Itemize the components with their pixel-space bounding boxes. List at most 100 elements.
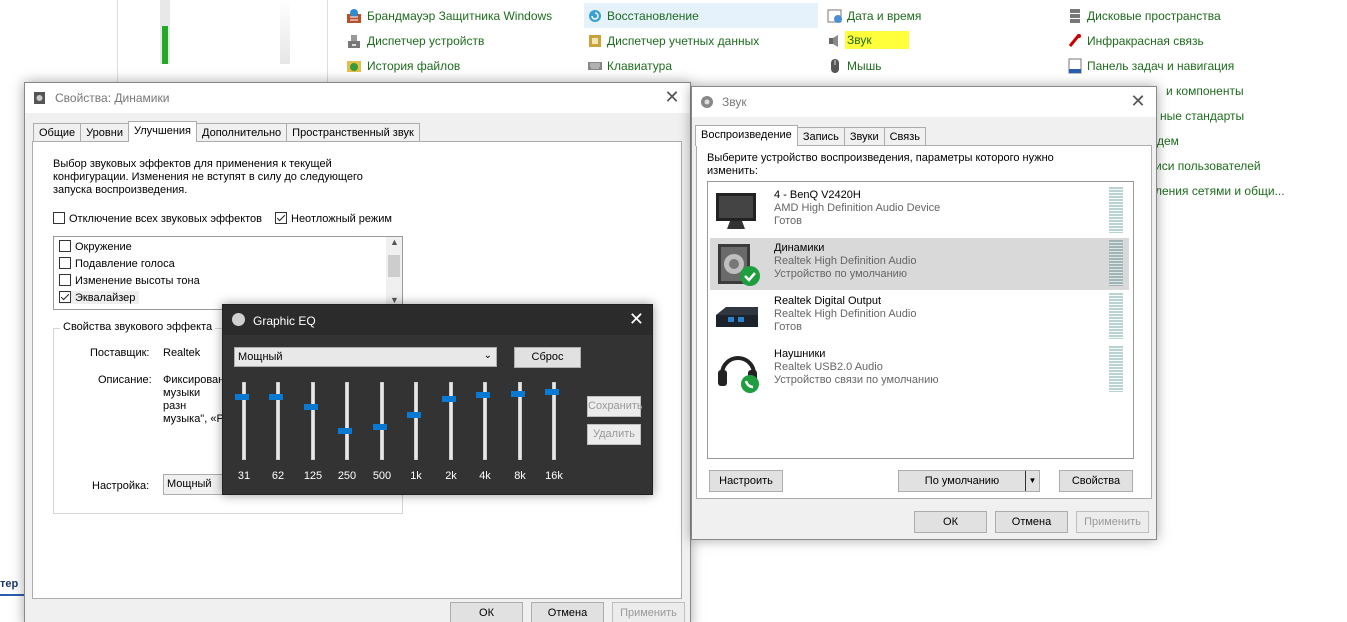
device-item-selected[interactable]: Динамики Realtek High Definition Audio У… xyxy=(710,238,1129,290)
device-driver: AMD High Definition Audio Device xyxy=(774,202,941,214)
cancel-button[interactable]: Отмена xyxy=(531,602,604,622)
effect-checkbox[interactable] xyxy=(59,274,71,286)
tab-playback[interactable]: Воспроизведение xyxy=(695,125,798,146)
effect-checkbox[interactable] xyxy=(59,240,71,252)
close-button[interactable]: ✕ xyxy=(1128,91,1148,112)
taskbar-icon xyxy=(1067,58,1083,74)
link-taskbar[interactable]: Панель задач и навигация xyxy=(1087,59,1234,73)
effect-item[interactable]: Подавление голоса xyxy=(59,257,175,270)
effects-list: Окружение Подавление голоса Изменение вы… xyxy=(53,236,403,310)
effect-checkbox[interactable] xyxy=(59,257,71,269)
left-edge-text: тер xyxy=(0,578,19,590)
level-meter xyxy=(1109,346,1123,392)
link-date-time[interactable]: Дата и время xyxy=(847,9,921,23)
tab-communications[interactable]: Связь xyxy=(883,127,927,146)
graphic-eq-window: Graphic EQ ✕ Мощный ⌄ Сброс Сохранить Уд… xyxy=(222,304,653,495)
slider-thumb[interactable] xyxy=(545,389,559,396)
link-sound[interactable]: Звук xyxy=(845,31,909,49)
checkbox-box[interactable] xyxy=(275,212,287,224)
firewall-icon xyxy=(346,8,362,24)
link-storage-spaces[interactable]: Дисковые пространства xyxy=(1087,9,1221,23)
device-name: Динамики xyxy=(774,242,825,254)
tab-sounds[interactable]: Звуки xyxy=(843,127,885,146)
scroll-thumb[interactable] xyxy=(388,255,400,277)
provider-label: Поставщик: xyxy=(90,347,150,359)
slider-thumb[interactable] xyxy=(304,403,318,410)
link-phone-modem[interactable]: дем xyxy=(1157,134,1179,148)
sound-tabs: Воспроизведение Запись Звуки Связь xyxy=(695,125,927,146)
tab-enhancements[interactable]: Улучшения xyxy=(127,121,197,142)
device-item[interactable]: 4 - BenQ V2420H AMD High Definition Audi… xyxy=(710,185,1129,237)
link-firewall[interactable]: Брандмауэр Защитника Windows xyxy=(367,9,552,23)
title-bar: Звук ✕ xyxy=(692,87,1156,117)
intro-text: Выбор звуковых эффектов для применения к… xyxy=(53,158,363,196)
device-name: Наушники xyxy=(774,348,826,360)
link-programs-features[interactable]: и компоненты xyxy=(1166,84,1244,98)
effect-item[interactable]: Окружение xyxy=(59,240,132,253)
band-label: 2k xyxy=(445,470,457,482)
link-infrared[interactable]: Инфракрасная связь xyxy=(1087,34,1204,48)
effect-item[interactable]: Изменение высоты тона xyxy=(59,274,200,287)
slider-track xyxy=(311,382,315,460)
list-scrollbar[interactable]: ▲ ▼ xyxy=(386,237,402,309)
volume-meter xyxy=(160,0,170,64)
tab-recording[interactable]: Запись xyxy=(796,127,845,146)
link-device-manager[interactable]: Диспетчер устройств xyxy=(367,34,484,48)
eq-title: Graphic EQ xyxy=(253,314,316,328)
device-status: Готов xyxy=(774,215,802,227)
band-label: 62 xyxy=(271,470,285,482)
immediate-mode-checkbox[interactable]: Неотложный режим xyxy=(275,212,392,225)
slider-thumb[interactable] xyxy=(442,396,456,403)
slider-thumb[interactable] xyxy=(476,392,490,399)
link-recovery[interactable]: Восстановление xyxy=(607,9,699,23)
link-network-center[interactable]: ления сетями и общи... xyxy=(1155,184,1285,198)
tab-levels[interactable]: Уровни xyxy=(80,123,129,142)
eq-preset-value: Мощный xyxy=(238,351,283,363)
eq-delete-button[interactable]: Удалить xyxy=(587,424,641,445)
eq-preset-dropdown[interactable]: Мощный ⌄ xyxy=(234,347,497,367)
ok-button[interactable]: ОК xyxy=(914,511,987,533)
tab-general[interactable]: Общие xyxy=(33,123,82,142)
slider-thumb[interactable] xyxy=(338,428,352,435)
band-label: 16k xyxy=(545,470,563,482)
link-mouse[interactable]: Мышь xyxy=(847,59,882,73)
properties-button[interactable]: Свойства xyxy=(1059,470,1133,492)
link-keyboard[interactable]: Клавиатура xyxy=(607,59,672,73)
apply-button[interactable]: Применить xyxy=(1076,511,1149,533)
headphones-icon xyxy=(714,348,762,394)
checkbox-box[interactable] xyxy=(53,212,65,224)
eq-save-button[interactable]: Сохранить xyxy=(587,396,643,417)
scroll-up-icon[interactable]: ▲ xyxy=(390,237,399,247)
slider-thumb[interactable] xyxy=(235,393,249,400)
slider-thumb[interactable] xyxy=(407,412,421,419)
link-user-accounts[interactable]: иси пользователей xyxy=(1155,159,1261,173)
cancel-button[interactable]: Отмена xyxy=(995,511,1068,533)
close-button[interactable]: ✕ xyxy=(662,87,682,108)
device-manager-icon xyxy=(346,33,362,49)
description-label: Описание: xyxy=(98,374,152,386)
disable-all-checkbox[interactable]: Отключение всех звуковых эффектов xyxy=(53,212,262,225)
eq-reset-button[interactable]: Сброс xyxy=(514,347,581,368)
effect-checkbox[interactable] xyxy=(59,291,71,303)
tab-advanced[interactable]: Дополнительно xyxy=(196,123,288,142)
dropdown-arrow-icon[interactable]: ▼ xyxy=(1025,471,1039,491)
set-default-label: По умолчанию xyxy=(924,475,1000,487)
device-item[interactable]: Наушники Realtek USB2.0 Audio Устройство… xyxy=(710,344,1129,396)
apply-button[interactable]: Применить xyxy=(612,602,685,622)
tab-spatial[interactable]: Пространственный звук xyxy=(286,123,420,142)
device-driver: Realtek USB2.0 Audio xyxy=(774,361,883,373)
slider-thumb[interactable] xyxy=(269,393,283,400)
link-credential-manager[interactable]: Диспетчер учетных данных xyxy=(607,34,759,48)
effect-item-selected[interactable]: Эквалайзер xyxy=(59,291,140,304)
set-default-button[interactable]: По умолчанию ▼ xyxy=(898,470,1040,492)
device-status: Устройство по умолчанию xyxy=(774,268,908,280)
ok-button[interactable]: ОК xyxy=(450,602,523,622)
device-item[interactable]: Realtek Digital Output Realtek High Defi… xyxy=(710,291,1129,343)
band-label: 8k xyxy=(514,470,526,482)
slider-thumb[interactable] xyxy=(511,390,525,397)
link-region[interactable]: ные стандарты xyxy=(1160,109,1244,123)
link-file-history[interactable]: История файлов xyxy=(367,59,460,73)
configure-button[interactable]: Настроить xyxy=(709,470,783,492)
eq-close-button[interactable]: ✕ xyxy=(629,309,644,330)
slider-thumb[interactable] xyxy=(373,423,387,430)
